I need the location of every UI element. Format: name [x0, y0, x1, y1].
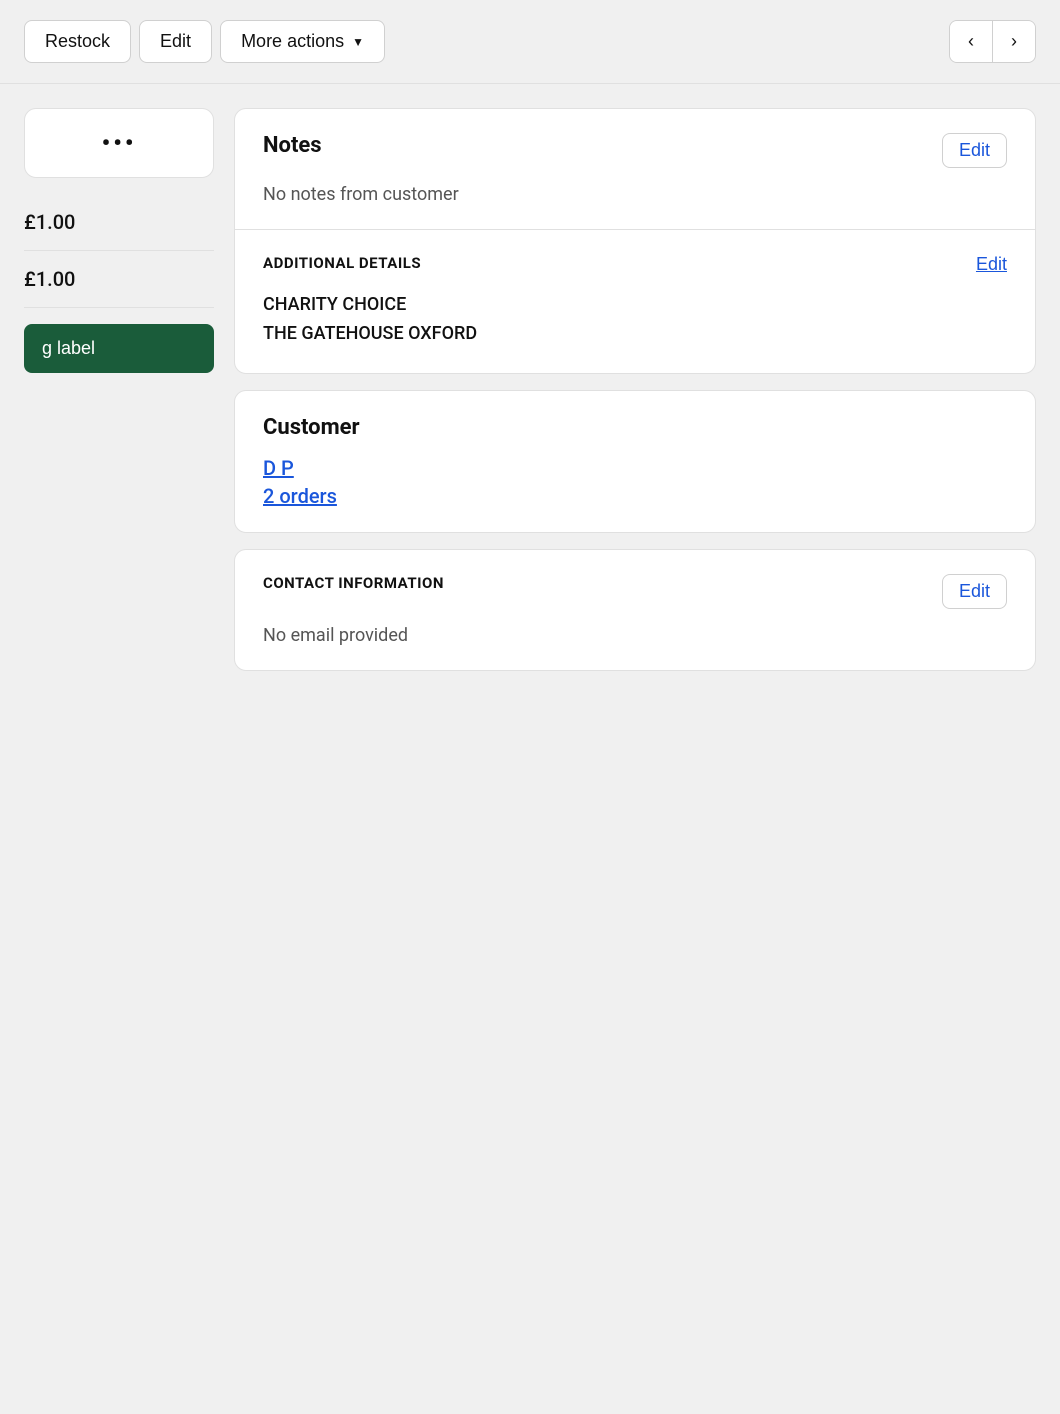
notes-header: Notes Edit — [263, 133, 1007, 168]
contact-title: CONTACT INFORMATION — [263, 574, 444, 592]
notes-edit-button[interactable]: Edit — [942, 133, 1007, 168]
next-button[interactable]: › — [993, 21, 1035, 62]
notes-title: Notes — [263, 133, 322, 158]
notes-section: Notes Edit No notes from customer — [235, 109, 1035, 229]
nav-buttons: ‹ › — [949, 20, 1036, 63]
edit-button[interactable]: Edit — [139, 20, 212, 63]
restock-button[interactable]: Restock — [24, 20, 131, 63]
prev-button[interactable]: ‹ — [950, 21, 993, 62]
top-bar: Restock Edit More actions ▼ ‹ › — [0, 0, 1060, 84]
ellipsis-card: ••• — [24, 108, 214, 178]
ellipsis-dots: ••• — [102, 129, 137, 157]
more-actions-label: More actions — [241, 31, 344, 52]
price-item-1: £1.00 — [24, 194, 214, 251]
more-actions-button[interactable]: More actions ▼ — [220, 20, 385, 63]
customer-orders-link[interactable]: 2 orders — [263, 484, 1007, 508]
additional-details-content: CHARITY CHOICE THE GATEHOUSE OXFORD — [263, 291, 1007, 349]
chevron-down-icon: ▼ — [352, 35, 364, 49]
right-column: Notes Edit No notes from customer ADDITI… — [234, 108, 1036, 671]
notes-empty-text: No notes from customer — [263, 184, 1007, 205]
price-value-2: £1.00 — [24, 267, 75, 291]
additional-details-header: ADDITIONAL DETAILS Edit — [263, 254, 1007, 275]
contact-header: CONTACT INFORMATION Edit — [263, 574, 1007, 609]
customer-name-link[interactable]: D P — [263, 456, 1007, 480]
contact-no-email-text: No email provided — [263, 625, 1007, 646]
green-label-button[interactable]: g label — [24, 324, 214, 373]
customer-header: Customer — [263, 415, 1007, 440]
contact-edit-button[interactable]: Edit — [942, 574, 1007, 609]
price-section: £1.00 £1.00 — [24, 194, 214, 308]
contact-section: CONTACT INFORMATION Edit No email provid… — [235, 550, 1035, 670]
contact-card: CONTACT INFORMATION Edit No email provid… — [234, 549, 1036, 671]
price-item-2: £1.00 — [24, 251, 214, 308]
price-value-1: £1.00 — [24, 210, 75, 234]
left-column: ••• £1.00 £1.00 g label — [24, 108, 214, 671]
customer-section: Customer D P 2 orders — [235, 391, 1035, 532]
customer-card: Customer D P 2 orders — [234, 390, 1036, 533]
additional-details-title: ADDITIONAL DETAILS — [263, 254, 421, 272]
main-content: ••• £1.00 £1.00 g label Notes Edit No no… — [0, 84, 1060, 695]
additional-details-section: ADDITIONAL DETAILS Edit CHARITY CHOICE T… — [235, 229, 1035, 373]
customer-title: Customer — [263, 415, 360, 440]
notes-additional-card: Notes Edit No notes from customer ADDITI… — [234, 108, 1036, 374]
additional-details-line1: CHARITY CHOICE — [263, 291, 1007, 320]
additional-details-line2: THE GATEHOUSE OXFORD — [263, 320, 1007, 349]
additional-details-edit-button[interactable]: Edit — [976, 254, 1007, 275]
